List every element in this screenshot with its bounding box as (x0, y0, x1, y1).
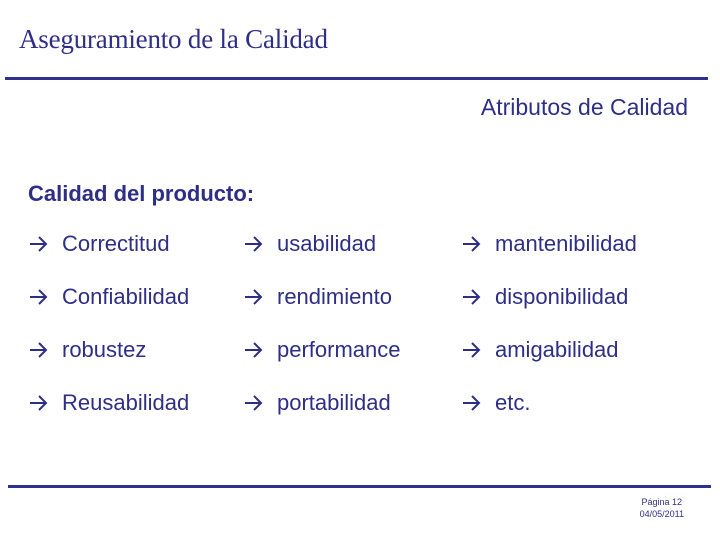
attribute-item: rendimiento (243, 284, 392, 310)
attribute-label: mantenibilidad (495, 231, 637, 256)
attribute-label: rendimiento (277, 284, 392, 309)
arrow-right-icon (243, 341, 265, 359)
attribute-item: Correctitud (28, 231, 170, 257)
arrow-right-icon (28, 394, 50, 412)
arrow-right-icon (461, 394, 483, 412)
attribute-item: portabilidad (243, 390, 391, 416)
arrow-right-icon (243, 394, 265, 412)
attribute-item: etc. (461, 390, 530, 416)
arrow-right-icon (461, 235, 483, 253)
attribute-label: Correctitud (62, 231, 170, 256)
attribute-label: portabilidad (277, 390, 391, 415)
bottom-divider (8, 485, 711, 488)
arrow-right-icon (243, 288, 265, 306)
attribute-item: robustez (28, 337, 146, 363)
slide-title: Aseguramiento de la Calidad (19, 24, 328, 54)
attribute-label: robustez (62, 337, 147, 362)
attribute-label: disponibilidad (495, 284, 629, 309)
attribute-item: usabilidad (243, 231, 376, 257)
section-heading: Calidad del producto: (28, 181, 255, 206)
arrow-right-icon (28, 288, 50, 306)
arrow-right-icon (28, 235, 50, 253)
attribute-item: disponibilidad (461, 284, 628, 310)
arrow-right-icon (461, 288, 483, 306)
page-number: Página 12 (641, 497, 683, 507)
top-divider (5, 77, 708, 80)
attribute-label: performance (277, 337, 401, 362)
arrow-right-icon (243, 235, 265, 253)
attribute-item: mantenibilidad (461, 231, 637, 257)
slide-footer: Página 12 04/05/2011 (640, 496, 684, 520)
arrow-right-icon (28, 341, 50, 359)
attribute-label: Confiabilidad (62, 284, 190, 309)
attribute-item: Confiabilidad (28, 284, 189, 310)
attribute-label: Reusabilidad (62, 390, 190, 415)
attribute-label: etc. (495, 390, 531, 415)
arrow-right-icon (461, 341, 483, 359)
attribute-label: amigabilidad (495, 337, 619, 362)
attribute-label: usabilidad (277, 231, 377, 256)
attribute-item: performance (243, 337, 401, 363)
slide: Aseguramiento de la Calidad Atributos de… (0, 0, 720, 540)
slide-date: 04/05/2011 (639, 509, 684, 519)
slide-subtitle: Atributos de Calidad (480, 94, 688, 120)
attribute-item: Reusabilidad (28, 390, 189, 416)
attribute-item: amigabilidad (461, 337, 619, 363)
